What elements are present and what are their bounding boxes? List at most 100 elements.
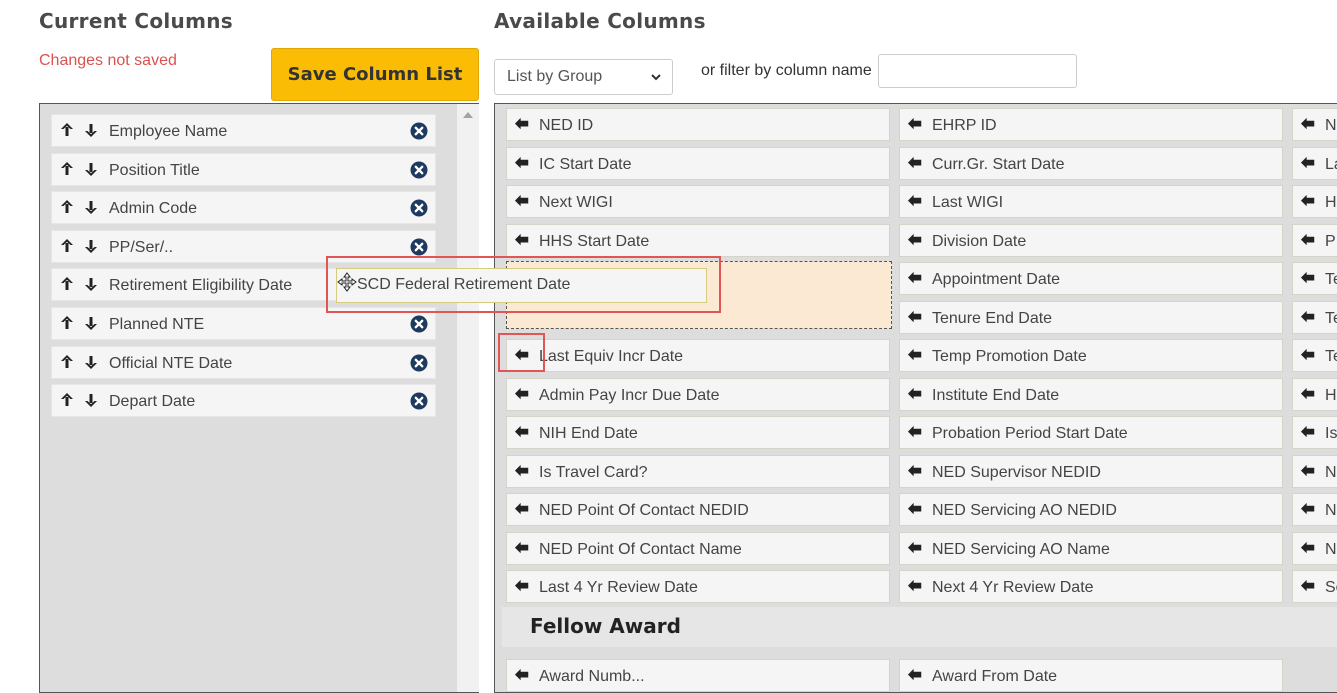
available-column-item[interactable]: IC Start Date: [506, 146, 890, 180]
arrow-up-icon[interactable]: [59, 237, 75, 255]
current-column-item[interactable]: Official NTE Date: [51, 345, 436, 379]
arrow-left-icon[interactable]: [907, 667, 923, 683]
arrow-left-icon[interactable]: [1300, 424, 1316, 440]
available-column-item[interactable]: Last Equiv Incr Date: [506, 339, 890, 372]
available-column-item[interactable]: NED Servicing AO Name: [899, 531, 1283, 565]
arrow-left-icon[interactable]: [1300, 193, 1316, 209]
remove-circle-icon[interactable]: [410, 392, 428, 410]
remove-circle-icon[interactable]: [410, 199, 428, 217]
arrow-left-icon[interactable]: [907, 347, 923, 363]
arrow-up-icon[interactable]: [59, 160, 75, 178]
arrow-down-icon[interactable]: [83, 198, 99, 216]
available-column-item[interactable]: Institute End Date: [899, 377, 1283, 411]
arrow-left-icon[interactable]: [514, 193, 530, 209]
arrow-left-icon[interactable]: [514, 116, 530, 132]
arrow-left-icon[interactable]: [514, 578, 530, 594]
arrow-left-icon[interactable]: [907, 386, 923, 402]
list-by-select[interactable]: List by Group: [494, 59, 673, 95]
available-column-item[interactable]: Sc: [1292, 570, 1337, 603]
arrow-left-icon[interactable]: [514, 463, 530, 479]
available-column-item[interactable]: Admin Pay Incr Due Date: [506, 377, 890, 411]
available-column-item[interactable]: H: [1292, 377, 1337, 411]
available-column-item[interactable]: Temp Promotion Date: [899, 339, 1283, 372]
current-column-item[interactable]: Planned NTE: [51, 307, 436, 340]
arrow-left-icon[interactable]: [514, 424, 530, 440]
arrow-left-icon[interactable]: [1300, 155, 1316, 171]
arrow-left-icon[interactable]: [907, 424, 923, 440]
arrow-left-icon[interactable]: [1300, 347, 1316, 363]
available-column-item[interactable]: Next WIGI: [506, 185, 890, 218]
available-column-item[interactable]: Is Travel Card?: [506, 454, 890, 488]
arrow-left-icon[interactable]: [907, 309, 923, 325]
save-column-list-button[interactable]: Save Column List: [271, 48, 479, 101]
arrow-down-icon[interactable]: [83, 237, 99, 255]
available-column-item[interactable]: NED Point Of Contact NEDID: [506, 493, 890, 526]
arrow-left-icon[interactable]: [907, 232, 923, 248]
available-column-item[interactable]: N: [1292, 108, 1337, 141]
current-column-item[interactable]: PP/Ser/..: [51, 229, 436, 263]
arrow-left-icon[interactable]: [1300, 386, 1316, 402]
available-column-item[interactable]: Te: [1292, 262, 1337, 295]
filter-input[interactable]: [878, 54, 1077, 88]
arrow-left-icon[interactable]: [907, 155, 923, 171]
arrow-left-icon[interactable]: [1300, 463, 1316, 479]
arrow-left-icon[interactable]: [514, 232, 530, 248]
remove-circle-icon[interactable]: [410, 238, 428, 256]
arrow-down-icon[interactable]: [83, 391, 99, 409]
available-column-item[interactable]: NED Supervisor NEDID: [899, 454, 1283, 488]
arrow-left-icon[interactable]: [907, 578, 923, 594]
arrow-left-icon[interactable]: [514, 155, 530, 171]
arrow-left-icon[interactable]: [907, 540, 923, 556]
available-column-item[interactable]: Appointment Date: [899, 262, 1283, 295]
available-column-item[interactable]: Division Date: [899, 223, 1283, 257]
current-column-item[interactable]: Position Title: [51, 152, 436, 186]
available-column-item[interactable]: Te: [1292, 339, 1337, 372]
arrow-up-icon[interactable]: [59, 314, 75, 332]
available-column-item[interactable]: N: [1292, 531, 1337, 565]
available-column-item[interactable]: Last 4 Yr Review Date: [506, 570, 890, 603]
remove-circle-icon[interactable]: [410, 354, 428, 372]
arrow-left-icon[interactable]: [907, 463, 923, 479]
available-column-item[interactable]: N: [1292, 493, 1337, 526]
arrow-left-icon[interactable]: [514, 540, 530, 556]
available-column-item[interactable]: P: [1292, 223, 1337, 257]
available-column-item[interactable]: H: [1292, 185, 1337, 218]
available-column-item[interactable]: Probation Period Start Date: [899, 416, 1283, 449]
arrow-up-icon[interactable]: [59, 353, 75, 371]
arrow-left-icon[interactable]: [1300, 501, 1316, 517]
arrow-left-icon[interactable]: [514, 386, 530, 402]
arrow-left-icon[interactable]: [907, 270, 923, 286]
arrow-down-icon[interactable]: [83, 353, 99, 371]
available-column-item[interactable]: N: [1292, 454, 1337, 488]
remove-circle-icon[interactable]: [410, 122, 428, 140]
arrow-left-icon[interactable]: [907, 116, 923, 132]
arrow-up-icon[interactable]: [59, 391, 75, 409]
available-column-item[interactable]: Is: [1292, 416, 1337, 449]
arrow-left-icon[interactable]: [514, 501, 530, 517]
arrow-up-icon[interactable]: [59, 275, 75, 293]
arrow-left-icon[interactable]: [1300, 578, 1316, 594]
remove-circle-icon[interactable]: [410, 315, 428, 333]
available-column-item[interactable]: Award Numb...: [506, 659, 890, 692]
available-column-item[interactable]: NIH End Date: [506, 416, 890, 449]
arrow-up-icon[interactable]: [59, 198, 75, 216]
available-column-item[interactable]: Award From Date: [899, 659, 1283, 692]
arrow-down-icon[interactable]: [83, 275, 99, 293]
available-column-item[interactable]: NED Point Of Contact Name: [506, 531, 890, 565]
arrow-left-icon[interactable]: [1300, 540, 1316, 556]
dragged-column-item[interactable]: SCD Federal Retirement Date: [336, 268, 707, 303]
arrow-left-icon[interactable]: [1300, 232, 1316, 248]
arrow-down-icon[interactable]: [83, 160, 99, 178]
available-column-item[interactable]: Tenure End Date: [899, 300, 1283, 334]
current-column-item[interactable]: Depart Date: [51, 384, 436, 418]
available-column-item[interactable]: NED ID: [506, 108, 890, 141]
remove-circle-icon[interactable]: [410, 161, 428, 179]
current-column-item[interactable]: Employee Name: [51, 114, 436, 147]
available-column-item[interactable]: La: [1292, 146, 1337, 180]
available-column-item[interactable]: Te: [1292, 300, 1337, 334]
arrow-left-icon[interactable]: [907, 193, 923, 209]
arrow-down-icon[interactable]: [83, 314, 99, 332]
arrow-left-icon[interactable]: [514, 667, 530, 683]
arrow-down-icon[interactable]: [83, 121, 99, 139]
arrow-left-icon[interactable]: [1300, 116, 1316, 132]
